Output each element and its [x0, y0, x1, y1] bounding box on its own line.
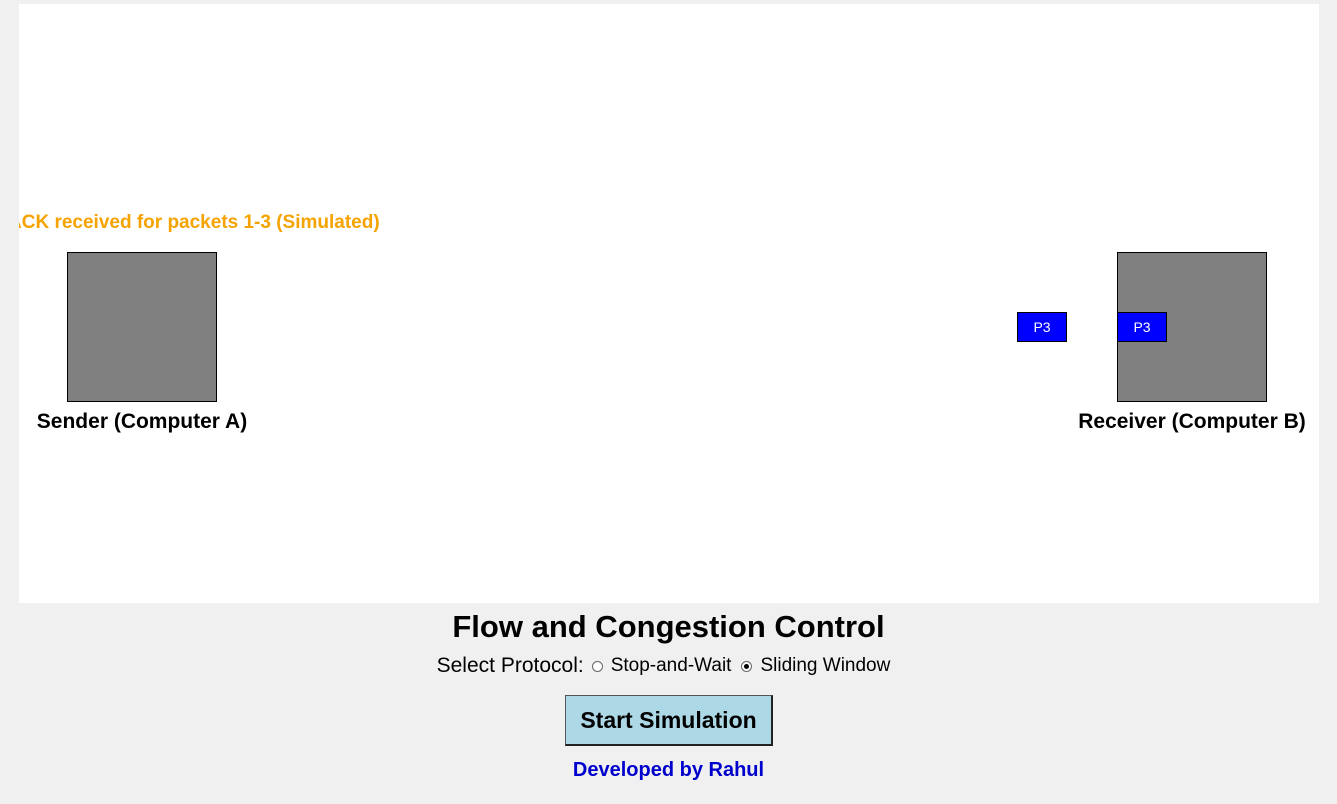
start-simulation-button[interactable]: Start Simulation: [565, 695, 773, 746]
radio-stop-and-wait[interactable]: Stop-and-Wait: [591, 655, 732, 677]
radio-indicator-sliding-window[interactable]: [741, 660, 753, 672]
simulation-canvas: ACK received for packets 1-3 (Simulated)…: [19, 4, 1319, 603]
status-message: ACK received for packets 1-3 (Simulated): [19, 212, 380, 233]
radio-label-sliding-window[interactable]: Sliding Window: [760, 655, 890, 677]
sender-computer: [67, 252, 217, 402]
app-window: ACK received for packets 1-3 (Simulated)…: [0, 0, 1337, 804]
packet-in-transit: P3: [1017, 312, 1067, 342]
packet-at-receiver: P3: [1117, 312, 1167, 342]
developer-credit: Developed by Rahul: [572, 759, 765, 781]
app-title: Flow and Congestion Control: [452, 609, 885, 644]
radio-label-stop-and-wait[interactable]: Stop-and-Wait: [611, 655, 732, 677]
radio-indicator-stop-and-wait[interactable]: [591, 660, 603, 672]
sender-label: Sender (Computer A): [36, 410, 248, 433]
radio-sliding-window[interactable]: Sliding Window: [741, 655, 890, 677]
protocol-selector: Select Protocol: Stop-and-Wait Sliding W…: [0, 654, 1337, 678]
receiver-label: Receiver (Computer B): [1078, 410, 1306, 433]
protocol-label: Select Protocol:: [436, 654, 584, 677]
